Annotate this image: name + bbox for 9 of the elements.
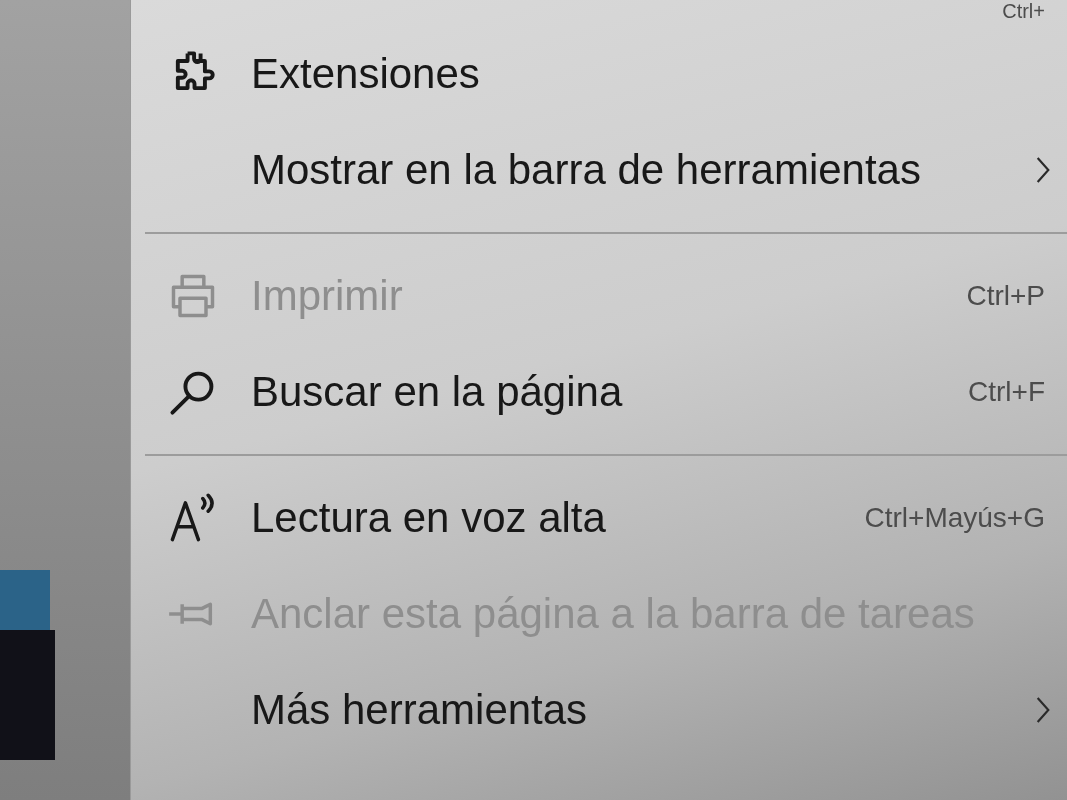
menu-item[interactable]: Mostrar en la barra de herramientas: [167, 144, 921, 196]
shortcut-label: Ctrl+: [1002, 0, 1045, 23]
menu-item[interactable]: Más herramientas: [167, 684, 588, 736]
menu-item[interactable]: Buscar en la página: [167, 366, 623, 418]
shortcut-label: Ctrl+F: [968, 376, 1045, 408]
menu-item[interactable]: Extensiones: [167, 48, 480, 100]
shortcut-label: Ctrl+P: [966, 280, 1045, 312]
shortcut-label: Ctrl+Mayús+G: [864, 502, 1045, 534]
menu-item[interactable]: Lectura en voz alta: [167, 492, 606, 544]
